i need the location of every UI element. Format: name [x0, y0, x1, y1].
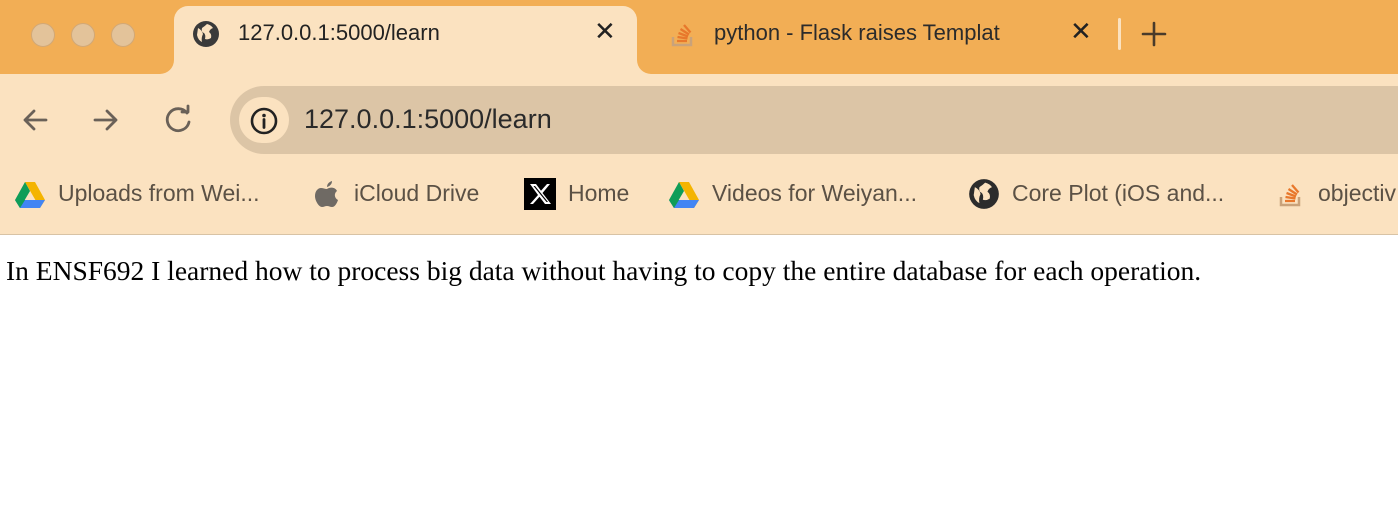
- tab-close-icon[interactable]: ✕: [1070, 17, 1092, 45]
- info-icon: [250, 107, 278, 135]
- google-drive-icon: [15, 182, 45, 208]
- tab-title: 127.0.0.1:5000/learn: [238, 20, 440, 45]
- bookmark-label[interactable]: iCloud Drive: [354, 180, 479, 207]
- x-logo-icon: [524, 178, 556, 210]
- globe-icon: [969, 179, 999, 209]
- new-tab-icon[interactable]: [1140, 20, 1168, 48]
- page-body-text: In ENSF692 I learned how to process big …: [6, 255, 1202, 286]
- bookmark-label[interactable]: objectiv: [1318, 180, 1396, 207]
- tab-close-icon[interactable]: ✕: [594, 17, 616, 45]
- window-close-button[interactable]: [31, 23, 55, 47]
- bookmark-label[interactable]: Home: [568, 180, 629, 207]
- tab-divider: [1118, 18, 1121, 50]
- reload-icon[interactable]: [163, 102, 193, 138]
- bookmark-label[interactable]: Videos for Weiyan...: [712, 180, 917, 207]
- stackoverflow-icon: [671, 24, 693, 47]
- bookmark-label[interactable]: Core Plot (iOS and...: [1012, 180, 1224, 207]
- url-text: 127.0.0.1:5000/learn: [304, 104, 552, 134]
- back-arrow-icon[interactable]: [20, 102, 50, 138]
- globe-icon: [193, 21, 219, 47]
- window-zoom-button[interactable]: [111, 23, 135, 47]
- stackoverflow-icon: [1279, 184, 1301, 207]
- tab-title: python - Flask raises Templat: [714, 20, 1000, 45]
- window-minimize-button[interactable]: [71, 23, 95, 47]
- apple-icon: [315, 181, 338, 207]
- forward-arrow-icon[interactable]: [91, 102, 121, 138]
- bookmark-label[interactable]: Uploads from Wei...: [58, 180, 260, 207]
- google-drive-icon: [669, 182, 699, 208]
